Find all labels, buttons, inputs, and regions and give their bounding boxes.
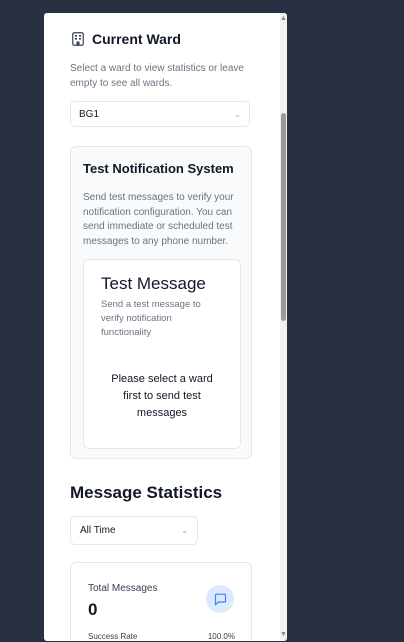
message-icon-badge <box>206 585 234 613</box>
scroll-up-icon[interactable]: ▲ <box>280 14 287 24</box>
chevron-down-icon: ⌄ <box>234 109 241 119</box>
test-message-title: Test Message <box>101 274 206 293</box>
ward-description: Select a ward to view statistics or leav… <box>70 63 244 89</box>
test-message-description: Send a test message to verify notificati… <box>101 299 201 338</box>
time-range-select[interactable]: All Time ⌄ <box>70 516 198 545</box>
ward-select-value: BG1 <box>79 108 100 120</box>
ward-header: Current Ward <box>72 31 181 47</box>
building-icon <box>72 32 84 46</box>
message-square-icon <box>214 593 226 605</box>
success-rate-value: 100.0% <box>207 632 235 641</box>
time-range-value: All Time <box>80 525 116 536</box>
select-ward-note: Please select a ward first to send test … <box>111 373 213 419</box>
success-rate-label: Success Rate <box>88 632 138 641</box>
total-messages-label: Total Messages <box>88 583 158 594</box>
vertical-scrollbar[interactable]: ▲ ▼ <box>280 13 287 641</box>
panel-content: Current Ward Select a ward to view stati… <box>44 13 280 641</box>
test-notification-description: Send test messages to verify your notifi… <box>83 192 234 247</box>
test-notification-title: Test Notification System <box>83 161 234 176</box>
ward-select[interactable]: BG1 ⌄ <box>70 101 250 127</box>
total-messages-value: 0 <box>88 600 98 619</box>
total-messages-card: Total Messages 0 Success Rate 100.0% <box>70 562 252 641</box>
chevron-down-icon: ⌄ <box>181 526 188 535</box>
test-notification-card: Test Notification System Send test messa… <box>70 146 252 459</box>
scrollbar-thumb[interactable] <box>281 113 286 321</box>
message-statistics-title: Message Statistics <box>70 483 223 502</box>
ward-panel: Current Ward Select a ward to view stati… <box>44 13 287 641</box>
ward-title: Current Ward <box>92 31 181 47</box>
scroll-down-icon[interactable]: ▼ <box>280 630 287 640</box>
test-message-card: Test Message Send a test message to veri… <box>83 259 241 449</box>
